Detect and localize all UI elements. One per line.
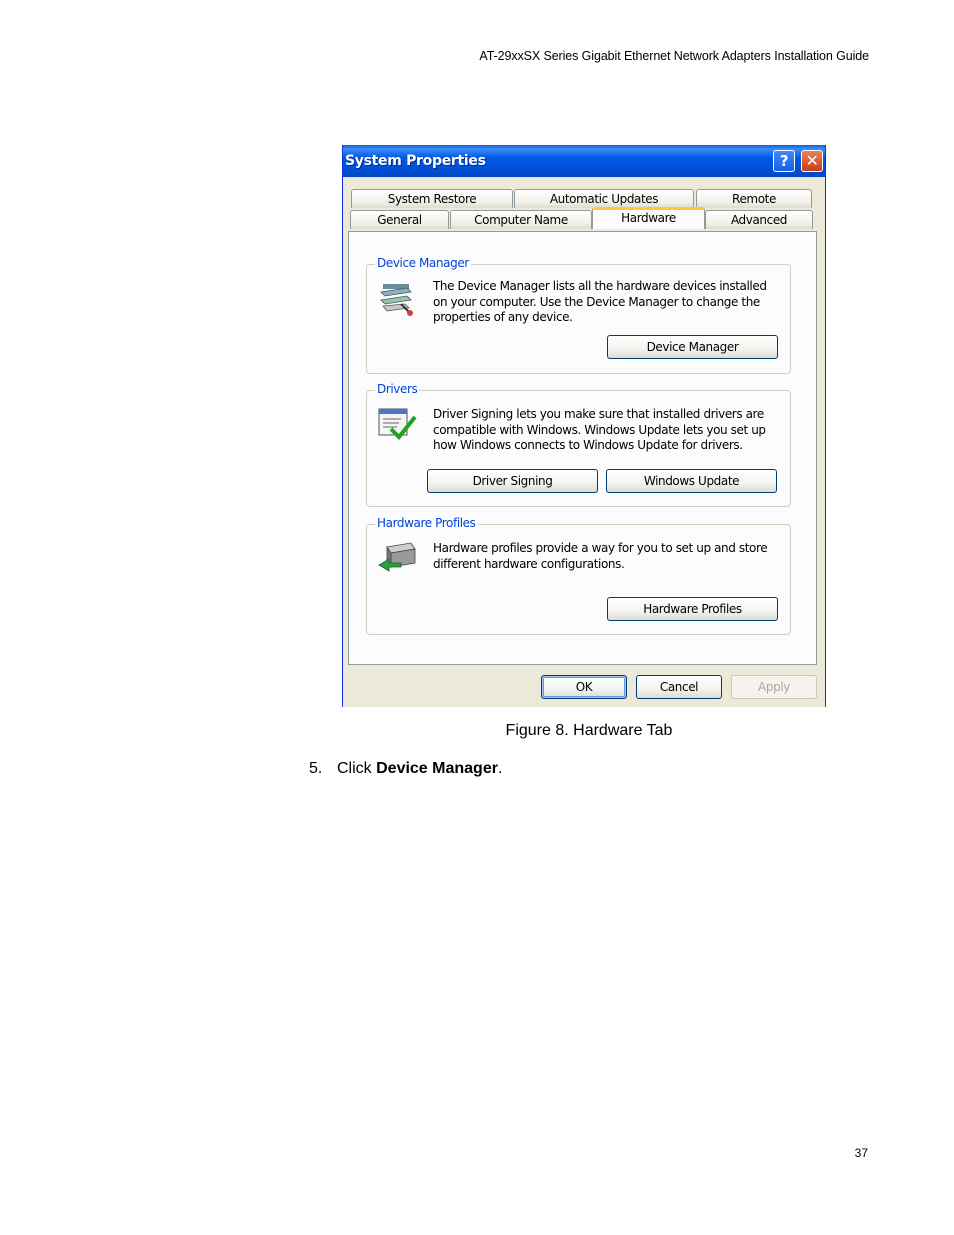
dialog-title: System Properties [345, 153, 486, 169]
device-manager-button[interactable]: Device Manager [607, 335, 778, 359]
ok-button[interactable]: OK [541, 675, 627, 699]
page-number: 37 [854, 1146, 868, 1160]
windows-update-button[interactable]: Windows Update [606, 469, 777, 493]
step-bold-target: Device Manager [376, 760, 498, 777]
page-header: AT-29xxSX Series Gigabit Ethernet Networ… [479, 49, 869, 63]
close-icon: ✕ [805, 151, 819, 170]
help-button[interactable]: ? [773, 150, 795, 172]
tab-general[interactable]: General [350, 210, 449, 229]
device-manager-description: The Device Manager lists all the hardwar… [433, 279, 767, 324]
driver-signing-icon [378, 408, 417, 440]
tab-computer-name[interactable]: Computer Name [450, 210, 592, 229]
close-button[interactable]: ✕ [801, 150, 823, 172]
device-manager-group: Device Manager The Device Manager lists … [366, 256, 791, 374]
drivers-group-label: Drivers [375, 382, 420, 396]
hardware-profiles-description: Hardware profiles provide a way for you … [433, 541, 768, 571]
step-suffix: . [497, 760, 503, 777]
help-icon: ? [779, 152, 789, 170]
figure-caption: Figure 8. Hardware Tab [505, 722, 673, 739]
tab-advanced[interactable]: Advanced [705, 210, 813, 229]
hardware-profiles-group: Hardware Profiles Hardware profiles prov… [366, 516, 791, 635]
hardware-tab-panel: Device Manager The Device Manager lists … [348, 231, 817, 665]
tab-hardware[interactable]: Hardware [592, 207, 705, 229]
system-properties-dialog: System Properties ? ✕ System Restore Aut… [342, 145, 826, 707]
driver-signing-button[interactable]: Driver Signing [427, 469, 598, 493]
device-manager-group-label: Device Manager [375, 256, 471, 270]
step-number: 5. [309, 760, 323, 777]
hardware-profiles-button[interactable]: Hardware Profiles [607, 597, 778, 621]
instruction-step: 5. Click Device Manager. [309, 760, 502, 778]
drivers-description: Driver Signing lets you make sure that i… [433, 407, 766, 452]
hardware-profiles-group-label: Hardware Profiles [375, 516, 478, 530]
device-manager-icon [380, 284, 413, 316]
tab-system-restore[interactable]: System Restore [351, 189, 513, 208]
tab-remote[interactable]: Remote [696, 189, 812, 208]
title-bar[interactable]: System Properties ? ✕ [343, 145, 825, 177]
cancel-button[interactable]: Cancel [636, 675, 722, 699]
hardware-profiles-icon [378, 542, 416, 572]
step-prefix: Click [337, 760, 377, 777]
drivers-group: Drivers Driver Signing lets you make sur… [366, 382, 791, 507]
tab-automatic-updates[interactable]: Automatic Updates [514, 189, 694, 208]
apply-button[interactable]: Apply [731, 675, 817, 699]
